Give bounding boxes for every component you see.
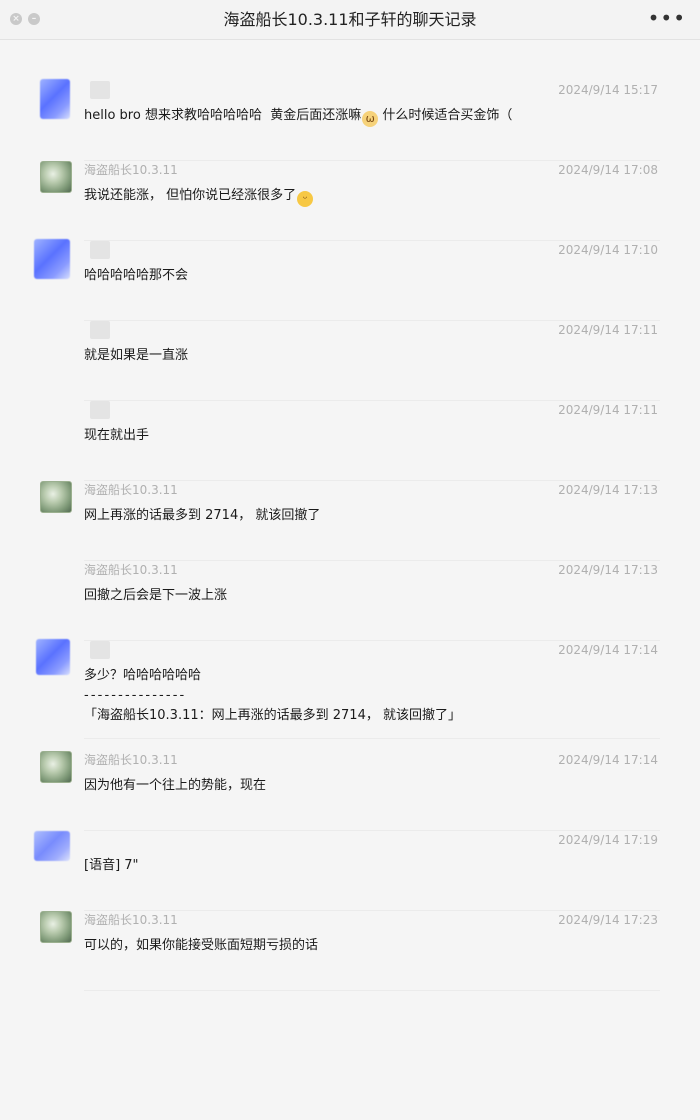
message-text[interactable]: 多少？哈哈哈哈哈哈 - - - - - - - - - - - - - - - 「海… — [84, 666, 660, 726]
message-time: 2024/9/14 17:13 — [558, 563, 658, 577]
chat-message: 海盗船长10.3.11 2024/9/14 17:08 我说还能涨， 但怕你说已… — [0, 161, 700, 241]
laugh-emoji-icon: ᵕ — [297, 191, 314, 207]
message-time: 2024/9/14 17:14 — [558, 753, 658, 767]
window-title: 海盗船长10.3.11和子轩的聊天记录 — [223, 10, 477, 29]
chat-message: 2024/9/14 17:14 多少？哈哈哈哈哈哈 - - - - - - - -… — [0, 639, 700, 739]
chat-message: 海盗船长10.3.11 2024/9/14 17:23 可以的，如果你能接受账面… — [0, 911, 700, 991]
chat-message: 2024/9/14 17:19 [语音] 7" — [0, 831, 700, 911]
message-time: 2024/9/14 15:17 — [558, 83, 658, 97]
message-time: 2024/9/14 17:14 — [558, 643, 658, 657]
sender-name-redacted — [90, 401, 110, 419]
message-time: 2024/9/14 17:23 — [558, 913, 658, 927]
more-options-icon[interactable]: ••• — [648, 6, 686, 30]
avatar[interactable] — [34, 239, 70, 279]
sender-name: 海盗船长10.3.11 — [84, 913, 178, 927]
message-time: 2024/9/14 17:11 — [558, 403, 658, 417]
message-time: 2024/9/14 17:19 — [558, 833, 658, 847]
title-bar: × – 海盗船长10.3.11和子轩的聊天记录 ••• — [0, 0, 700, 40]
avatar[interactable] — [40, 79, 70, 119]
message-text[interactable]: 可以的，如果你能接受账面短期亏损的话 — [84, 936, 660, 956]
avatar[interactable] — [40, 911, 72, 943]
message-text-line: 多少？哈哈哈哈哈哈 — [84, 668, 202, 683]
sender-name-redacted — [90, 321, 110, 339]
chat-history[interactable]: 2024/9/14 15:17 hello bro 想来求教哈哈哈哈哈 黄金后面… — [0, 41, 700, 1120]
cat-emoji-icon: ω — [362, 111, 379, 127]
message-time: 2024/9/14 17:10 — [558, 243, 658, 257]
chat-message: 2024/9/14 17:11 现在就出手 — [0, 401, 700, 481]
message-time: 2024/9/14 17:08 — [558, 163, 658, 177]
sender-name: 海盗船长10.3.11 — [84, 483, 178, 497]
avatar[interactable] — [40, 161, 72, 193]
sender-name-redacted — [90, 81, 110, 99]
message-text[interactable]: hello bro 想来求教哈哈哈哈哈 黄金后面还涨嘛 ω 什么时候适合买金饰（ — [84, 106, 660, 127]
chat-message: 2024/9/14 17:10 哈哈哈哈哈那不会 — [0, 239, 700, 321]
avatar[interactable] — [36, 639, 70, 675]
message-text-part: 我说还能涨， 但怕你说已经涨很多了 — [84, 188, 297, 203]
avatar[interactable] — [40, 751, 72, 783]
quoted-message: 「海盗船长10.3.11：网上再涨的话最多到 2714， 就该回撤了」 — [84, 708, 461, 723]
message-time: 2024/9/14 17:13 — [558, 483, 658, 497]
sender-name: 海盗船长10.3.11 — [84, 163, 178, 177]
chat-message: 海盗船长10.3.11 2024/9/14 17:13 网上再涨的话最多到 27… — [0, 481, 700, 561]
chat-message: 海盗船长10.3.11 2024/9/14 17:13 回撤之后会是下一波上涨 — [0, 561, 700, 641]
avatar[interactable] — [40, 481, 72, 513]
message-text[interactable]: 就是如果是一直涨 — [84, 346, 660, 366]
message-text[interactable]: 我说还能涨， 但怕你说已经涨很多了 ᵕ — [84, 186, 660, 207]
sender-name: 海盗船长10.3.11 — [84, 563, 178, 577]
message-text[interactable]: 因为他有一个往上的势能，现在 — [84, 776, 660, 796]
message-text-part: 什么时候适合买金饰（ — [378, 108, 513, 123]
message-divider — [84, 990, 660, 991]
chat-message: 海盗船长10.3.11 2024/9/14 17:14 因为他有一个往上的势能，… — [0, 751, 700, 831]
chat-message: 2024/9/14 15:17 hello bro 想来求教哈哈哈哈哈 黄金后面… — [0, 79, 700, 161]
sender-name-redacted — [90, 641, 110, 659]
sender-name: 海盗船长10.3.11 — [84, 753, 178, 767]
quote-separator: - - - - - - - - - - - - - - - — [84, 688, 184, 703]
message-text[interactable]: 现在就出手 — [84, 426, 660, 446]
avatar[interactable] — [34, 831, 70, 861]
voice-message[interactable]: [语音] 7" — [84, 856, 660, 876]
message-text[interactable]: 哈哈哈哈哈那不会 — [84, 266, 660, 286]
chat-message: 2024/9/14 17:11 就是如果是一直涨 — [0, 321, 700, 401]
message-text[interactable]: 回撤之后会是下一波上涨 — [84, 586, 660, 606]
message-time: 2024/9/14 17:11 — [558, 323, 658, 337]
message-text[interactable]: 网上再涨的话最多到 2714， 就该回撤了 — [84, 506, 660, 526]
sender-name-redacted — [90, 241, 110, 259]
message-divider — [84, 738, 660, 739]
message-text-part: hello bro 想来求教哈哈哈哈哈 黄金后面还涨嘛 — [84, 108, 362, 123]
